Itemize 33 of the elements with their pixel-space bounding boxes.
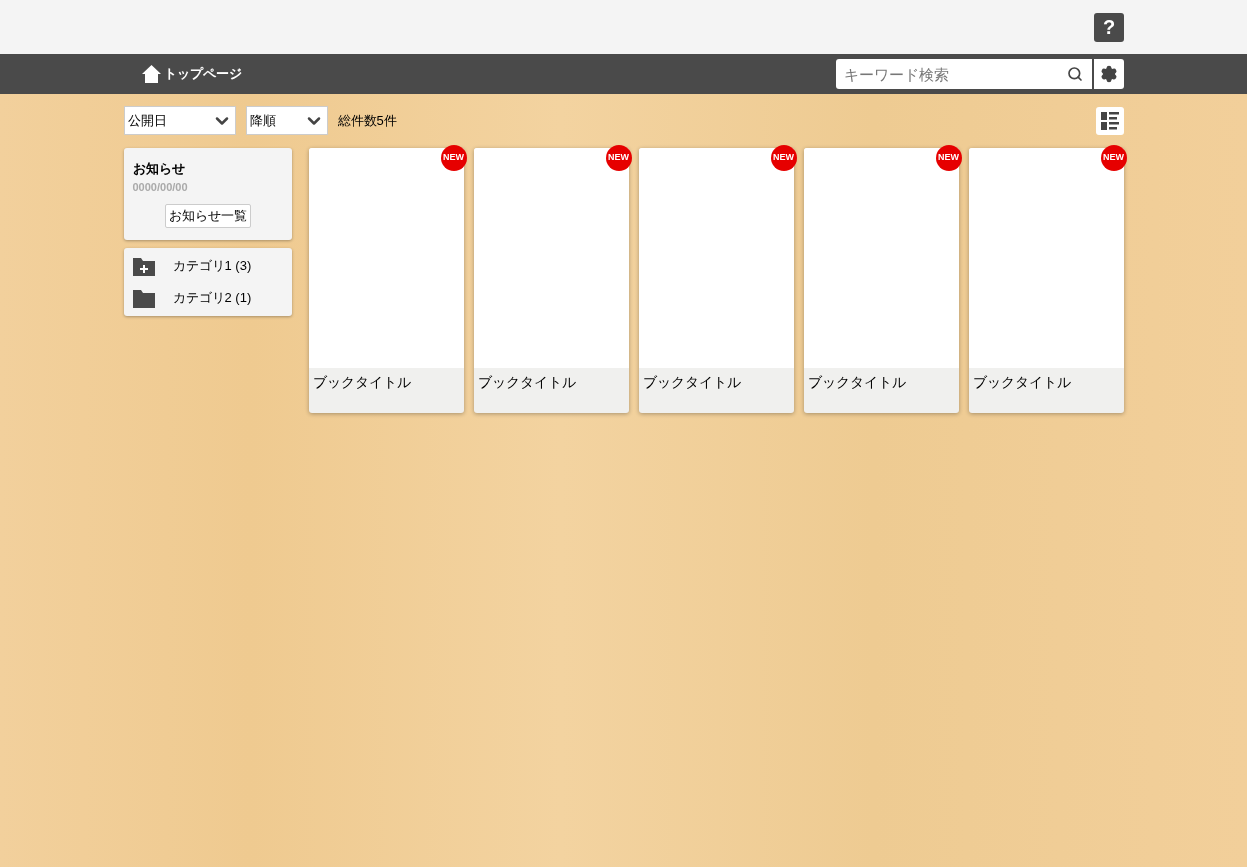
category-item[interactable]: カテゴリ1 (3) — [132, 256, 283, 276]
folder-icon — [132, 288, 155, 308]
book-card[interactable]: ブックタイトル NEW — [638, 148, 794, 413]
book-title: ブックタイトル — [311, 373, 412, 392]
book-title: ブックタイトル — [641, 373, 742, 392]
new-badge: NEW — [1100, 145, 1127, 171]
book-card[interactable]: ブックタイトル NEW — [803, 148, 959, 413]
book-title: ブックタイトル — [476, 373, 577, 392]
search-icon[interactable] — [1067, 66, 1083, 82]
sort-order-dropdown[interactable]: 降順 — [245, 106, 328, 135]
settings-button[interactable] — [1094, 59, 1124, 89]
new-badge: NEW — [440, 145, 467, 171]
notice-date: 0000/00/00 — [132, 179, 189, 195]
settings-icon — [1100, 65, 1118, 83]
list-view-icon — [1100, 111, 1119, 130]
list-view-button[interactable] — [1095, 106, 1124, 135]
notice-list-button[interactable]: お知らせ一覧 — [164, 204, 251, 228]
book-card[interactable]: ブックタイトル NEW — [308, 148, 464, 413]
new-badge: NEW — [770, 145, 797, 171]
help-button[interactable]: ? — [1094, 12, 1124, 42]
home-icon — [142, 65, 161, 83]
home-link[interactable]: トップページ — [142, 64, 242, 84]
search-field[interactable]: キーワード検索 — [836, 59, 1092, 89]
folder-plus-icon — [132, 256, 155, 276]
sort-field-dropdown[interactable]: 公開日 — [123, 106, 236, 135]
new-badge: NEW — [605, 145, 632, 171]
book-title: ブックタイトル — [971, 373, 1072, 392]
category-item[interactable]: カテゴリ2 (1) — [132, 288, 283, 308]
total-count: 総件数5件 — [337, 111, 397, 130]
book-card[interactable]: ブックタイトル NEW — [473, 148, 629, 413]
book-card[interactable]: ブックタイトル NEW — [968, 148, 1124, 413]
book-title: ブックタイトル — [806, 373, 907, 392]
notice-title: お知らせ — [132, 160, 186, 178]
